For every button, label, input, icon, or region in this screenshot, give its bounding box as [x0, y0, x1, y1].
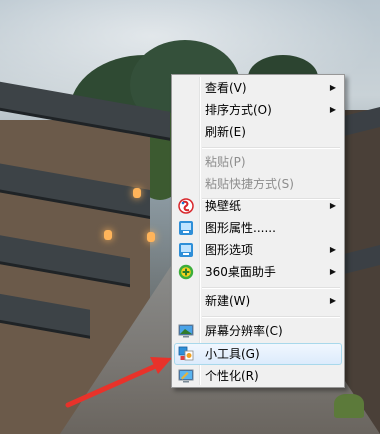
menu-item-screen-resolution[interactable]: 屏幕分辨率(C) — [174, 320, 342, 342]
menu-item-label: 粘贴快捷方式(S) — [205, 177, 294, 191]
submenu-arrow-icon: ▶ — [329, 245, 336, 254]
gadgets-icon — [178, 346, 194, 361]
menu-item-label: 图形选项 — [205, 243, 254, 257]
menu-item-label: 新建(W) — [205, 294, 251, 308]
menu-item-360-desktop-assistant[interactable]: 360桌面助手 ▶ — [174, 261, 342, 283]
menu-item-graphics-properties[interactable]: 图形属性...... — [174, 217, 342, 239]
wallpaper-change-icon — [178, 198, 194, 214]
menu-separator — [202, 287, 340, 289]
menu-item-label: 小工具(G) — [205, 347, 260, 361]
menu-item-change-wallpaper[interactable]: 换壁纸 ▶ — [174, 195, 342, 217]
menu-item-new[interactable]: 新建(W) ▶ — [174, 290, 342, 312]
menu-item-label: 图形属性...... — [205, 221, 276, 235]
menu-item-label: 屏幕分辨率(C) — [205, 324, 283, 338]
graphics-properties-icon — [179, 221, 193, 235]
menu-item-sort-by[interactable]: 排序方式(O) ▶ — [174, 99, 342, 121]
submenu-arrow-icon: ▶ — [329, 267, 336, 276]
menu-item-label: 个性化(R) — [205, 369, 259, 383]
submenu-arrow-icon: ▶ — [329, 105, 336, 114]
menu-item-gadgets[interactable]: 小工具(G) — [174, 343, 342, 365]
submenu-arrow-icon: ▶ — [329, 83, 336, 92]
menu-item-label: 粘贴(P) — [205, 155, 246, 169]
personalize-icon — [178, 369, 194, 383]
menu-item-paste-shortcut[interactable]: 粘贴快捷方式(S) — [174, 173, 342, 195]
menu-item-label: 换壁纸 — [205, 199, 242, 213]
screen-resolution-icon — [178, 324, 194, 338]
menu-item-label: 360桌面助手 — [205, 265, 276, 279]
graphics-options-icon — [179, 243, 193, 257]
menu-separator — [202, 316, 340, 318]
menu-separator — [202, 147, 340, 149]
menu-item-view[interactable]: 查看(V) ▶ — [174, 77, 342, 99]
360-desktop-assistant-icon — [178, 264, 194, 280]
menu-item-label: 排序方式(O) — [205, 103, 272, 117]
menu-item-label: 查看(V) — [205, 81, 247, 95]
desktop-context-menu: 查看(V) ▶ 排序方式(O) ▶ 刷新(E) 粘贴(P) 粘贴快捷方式(S) … — [171, 74, 345, 388]
menu-item-personalize[interactable]: 个性化(R) — [174, 365, 342, 387]
submenu-arrow-icon: ▶ — [329, 296, 336, 305]
menu-item-paste[interactable]: 粘贴(P) — [174, 151, 342, 173]
submenu-arrow-icon: ▶ — [329, 201, 336, 210]
menu-item-label: 刷新(E) — [205, 125, 246, 139]
menu-item-refresh[interactable]: 刷新(E) — [174, 121, 342, 143]
menu-item-graphics-options[interactable]: 图形选项 ▶ — [174, 239, 342, 261]
